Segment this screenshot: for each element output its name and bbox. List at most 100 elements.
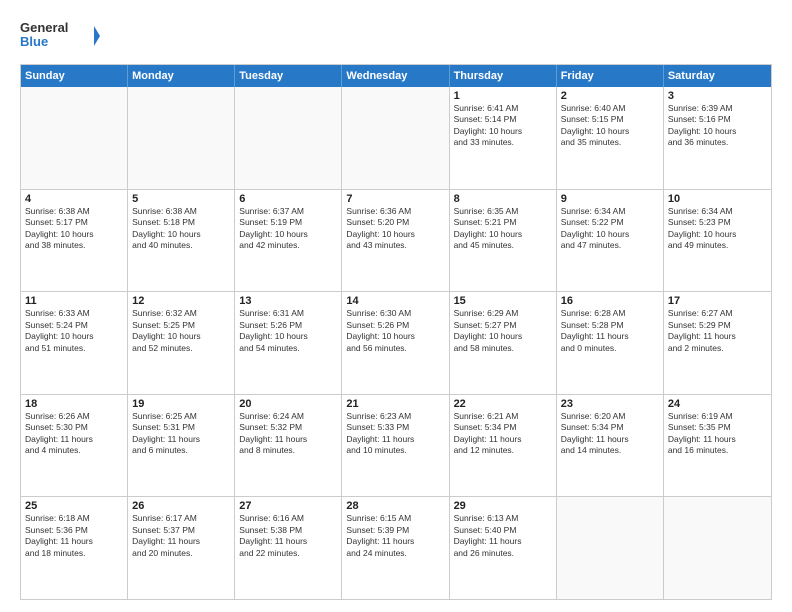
cell-info: Sunrise: 6:28 AM Sunset: 5:28 PM Dayligh…	[561, 308, 659, 354]
cal-cell: 12Sunrise: 6:32 AM Sunset: 5:25 PM Dayli…	[128, 292, 235, 394]
cal-cell: 5Sunrise: 6:38 AM Sunset: 5:18 PM Daylig…	[128, 190, 235, 292]
day-number: 22	[454, 398, 552, 410]
cal-cell: 3Sunrise: 6:39 AM Sunset: 5:16 PM Daylig…	[664, 87, 771, 189]
cal-cell: 9Sunrise: 6:34 AM Sunset: 5:22 PM Daylig…	[557, 190, 664, 292]
day-number: 16	[561, 295, 659, 307]
day-number: 9	[561, 193, 659, 205]
day-number: 12	[132, 295, 230, 307]
cell-info: Sunrise: 6:31 AM Sunset: 5:26 PM Dayligh…	[239, 308, 337, 354]
calendar: SundayMondayTuesdayWednesdayThursdayFrid…	[20, 64, 772, 600]
cal-cell: 23Sunrise: 6:20 AM Sunset: 5:34 PM Dayli…	[557, 395, 664, 497]
cell-info: Sunrise: 6:38 AM Sunset: 5:18 PM Dayligh…	[132, 206, 230, 252]
day-number: 25	[25, 500, 123, 512]
cal-cell	[664, 497, 771, 599]
day-number: 26	[132, 500, 230, 512]
cal-cell: 11Sunrise: 6:33 AM Sunset: 5:24 PM Dayli…	[21, 292, 128, 394]
cal-cell: 29Sunrise: 6:13 AM Sunset: 5:40 PM Dayli…	[450, 497, 557, 599]
day-number: 7	[346, 193, 444, 205]
cell-info: Sunrise: 6:25 AM Sunset: 5:31 PM Dayligh…	[132, 411, 230, 457]
day-number: 6	[239, 193, 337, 205]
cell-info: Sunrise: 6:38 AM Sunset: 5:17 PM Dayligh…	[25, 206, 123, 252]
day-number: 8	[454, 193, 552, 205]
cell-info: Sunrise: 6:18 AM Sunset: 5:36 PM Dayligh…	[25, 513, 123, 559]
day-number: 18	[25, 398, 123, 410]
cal-header-cell: Sunday	[21, 65, 128, 87]
cal-row: 4Sunrise: 6:38 AM Sunset: 5:17 PM Daylig…	[21, 189, 771, 292]
cal-cell: 28Sunrise: 6:15 AM Sunset: 5:39 PM Dayli…	[342, 497, 449, 599]
calendar-header: SundayMondayTuesdayWednesdayThursdayFrid…	[21, 65, 771, 87]
calendar-body: 1Sunrise: 6:41 AM Sunset: 5:14 PM Daylig…	[21, 87, 771, 599]
cal-cell	[557, 497, 664, 599]
cell-info: Sunrise: 6:30 AM Sunset: 5:26 PM Dayligh…	[346, 308, 444, 354]
cal-header-cell: Friday	[557, 65, 664, 87]
cell-info: Sunrise: 6:37 AM Sunset: 5:19 PM Dayligh…	[239, 206, 337, 252]
day-number: 17	[668, 295, 767, 307]
cell-info: Sunrise: 6:36 AM Sunset: 5:20 PM Dayligh…	[346, 206, 444, 252]
cal-header-cell: Thursday	[450, 65, 557, 87]
svg-text:Blue: Blue	[20, 34, 48, 49]
day-number: 28	[346, 500, 444, 512]
cal-cell: 6Sunrise: 6:37 AM Sunset: 5:19 PM Daylig…	[235, 190, 342, 292]
day-number: 21	[346, 398, 444, 410]
day-number: 19	[132, 398, 230, 410]
cal-cell: 19Sunrise: 6:25 AM Sunset: 5:31 PM Dayli…	[128, 395, 235, 497]
day-number: 29	[454, 500, 552, 512]
cal-cell: 17Sunrise: 6:27 AM Sunset: 5:29 PM Dayli…	[664, 292, 771, 394]
cal-cell: 10Sunrise: 6:34 AM Sunset: 5:23 PM Dayli…	[664, 190, 771, 292]
cal-cell: 24Sunrise: 6:19 AM Sunset: 5:35 PM Dayli…	[664, 395, 771, 497]
day-number: 4	[25, 193, 123, 205]
cell-info: Sunrise: 6:20 AM Sunset: 5:34 PM Dayligh…	[561, 411, 659, 457]
cal-cell	[235, 87, 342, 189]
cal-row: 11Sunrise: 6:33 AM Sunset: 5:24 PM Dayli…	[21, 291, 771, 394]
cell-info: Sunrise: 6:40 AM Sunset: 5:15 PM Dayligh…	[561, 103, 659, 149]
cal-cell: 26Sunrise: 6:17 AM Sunset: 5:37 PM Dayli…	[128, 497, 235, 599]
cell-info: Sunrise: 6:34 AM Sunset: 5:23 PM Dayligh…	[668, 206, 767, 252]
cal-header-cell: Tuesday	[235, 65, 342, 87]
cell-info: Sunrise: 6:26 AM Sunset: 5:30 PM Dayligh…	[25, 411, 123, 457]
page: General Blue SundayMondayTuesdayWednesda…	[0, 0, 792, 612]
cal-cell: 14Sunrise: 6:30 AM Sunset: 5:26 PM Dayli…	[342, 292, 449, 394]
day-number: 24	[668, 398, 767, 410]
cal-cell: 21Sunrise: 6:23 AM Sunset: 5:33 PM Dayli…	[342, 395, 449, 497]
cell-info: Sunrise: 6:24 AM Sunset: 5:32 PM Dayligh…	[239, 411, 337, 457]
cal-header-cell: Saturday	[664, 65, 771, 87]
cal-cell: 7Sunrise: 6:36 AM Sunset: 5:20 PM Daylig…	[342, 190, 449, 292]
cal-cell: 8Sunrise: 6:35 AM Sunset: 5:21 PM Daylig…	[450, 190, 557, 292]
cal-cell: 2Sunrise: 6:40 AM Sunset: 5:15 PM Daylig…	[557, 87, 664, 189]
cal-cell: 16Sunrise: 6:28 AM Sunset: 5:28 PM Dayli…	[557, 292, 664, 394]
cal-cell	[342, 87, 449, 189]
cal-cell: 27Sunrise: 6:16 AM Sunset: 5:38 PM Dayli…	[235, 497, 342, 599]
day-number: 15	[454, 295, 552, 307]
day-number: 23	[561, 398, 659, 410]
cal-header-cell: Monday	[128, 65, 235, 87]
cell-info: Sunrise: 6:32 AM Sunset: 5:25 PM Dayligh…	[132, 308, 230, 354]
cal-cell: 1Sunrise: 6:41 AM Sunset: 5:14 PM Daylig…	[450, 87, 557, 189]
cell-info: Sunrise: 6:39 AM Sunset: 5:16 PM Dayligh…	[668, 103, 767, 149]
cell-info: Sunrise: 6:41 AM Sunset: 5:14 PM Dayligh…	[454, 103, 552, 149]
cell-info: Sunrise: 6:27 AM Sunset: 5:29 PM Dayligh…	[668, 308, 767, 354]
cal-cell	[21, 87, 128, 189]
cell-info: Sunrise: 6:19 AM Sunset: 5:35 PM Dayligh…	[668, 411, 767, 457]
cell-info: Sunrise: 6:17 AM Sunset: 5:37 PM Dayligh…	[132, 513, 230, 559]
cell-info: Sunrise: 6:16 AM Sunset: 5:38 PM Dayligh…	[239, 513, 337, 559]
day-number: 27	[239, 500, 337, 512]
cal-cell	[128, 87, 235, 189]
cal-cell: 15Sunrise: 6:29 AM Sunset: 5:27 PM Dayli…	[450, 292, 557, 394]
day-number: 20	[239, 398, 337, 410]
cal-header-cell: Wednesday	[342, 65, 449, 87]
day-number: 11	[25, 295, 123, 307]
cell-info: Sunrise: 6:23 AM Sunset: 5:33 PM Dayligh…	[346, 411, 444, 457]
cal-row: 18Sunrise: 6:26 AM Sunset: 5:30 PM Dayli…	[21, 394, 771, 497]
day-number: 5	[132, 193, 230, 205]
day-number: 2	[561, 90, 659, 102]
cal-cell: 4Sunrise: 6:38 AM Sunset: 5:17 PM Daylig…	[21, 190, 128, 292]
cal-cell: 13Sunrise: 6:31 AM Sunset: 5:26 PM Dayli…	[235, 292, 342, 394]
day-number: 3	[668, 90, 767, 102]
cal-cell: 18Sunrise: 6:26 AM Sunset: 5:30 PM Dayli…	[21, 395, 128, 497]
cell-info: Sunrise: 6:35 AM Sunset: 5:21 PM Dayligh…	[454, 206, 552, 252]
logo: General Blue	[20, 16, 100, 56]
cell-info: Sunrise: 6:13 AM Sunset: 5:40 PM Dayligh…	[454, 513, 552, 559]
logo-svg: General Blue	[20, 16, 100, 56]
cell-info: Sunrise: 6:21 AM Sunset: 5:34 PM Dayligh…	[454, 411, 552, 457]
cell-info: Sunrise: 6:33 AM Sunset: 5:24 PM Dayligh…	[25, 308, 123, 354]
